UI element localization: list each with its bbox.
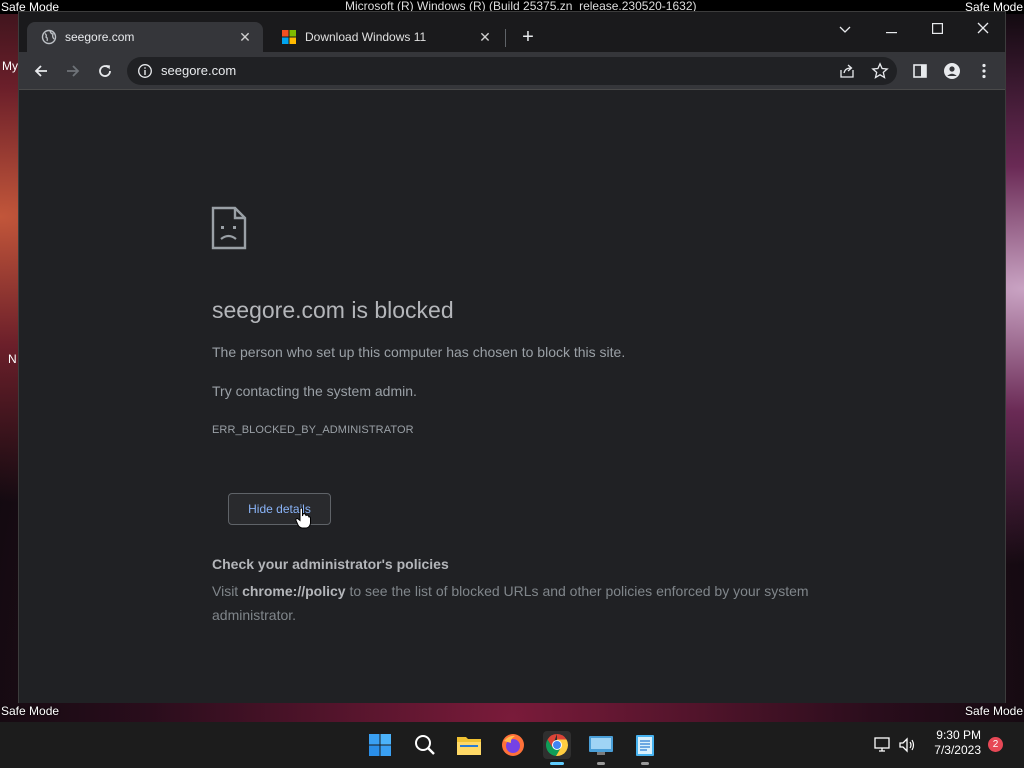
- taskbar-notepad[interactable]: [631, 731, 659, 765]
- hide-details-button[interactable]: Hide details: [228, 493, 331, 525]
- tab-search-button[interactable]: [825, 16, 865, 42]
- profile-button[interactable]: [938, 57, 966, 85]
- tab-download-windows[interactable]: Download Windows 11 ✕: [267, 22, 503, 52]
- notepad-icon: [636, 735, 654, 756]
- side-panel-button[interactable]: [906, 57, 934, 85]
- chrome-window: seegore.com ✕ Download Windows 11 ✕ + se…: [18, 11, 1006, 703]
- remote-desktop-icon: [589, 736, 613, 755]
- safe-mode-label-bottom-left: Safe Mode: [1, 704, 60, 718]
- start-button[interactable]: [366, 731, 394, 759]
- policy-text: Visit chrome://policy to see the list of…: [212, 579, 812, 627]
- address-url[interactable]: seegore.com: [161, 63, 236, 78]
- start-icon: [369, 734, 391, 756]
- reload-icon: [99, 65, 111, 77]
- chevron-down-icon: [839, 26, 851, 33]
- taskbar-remote-desktop[interactable]: [587, 731, 615, 765]
- tab-separator: [505, 29, 506, 47]
- profile-avatar-icon: [944, 63, 960, 79]
- file-explorer-icon: [457, 737, 481, 755]
- error-page: seegore.com is blocked The person who se…: [19, 91, 1005, 703]
- taskbar-chrome[interactable]: [543, 731, 571, 765]
- notification-badge[interactable]: 2: [988, 737, 1003, 752]
- arrow-right-icon: [67, 65, 80, 77]
- policy-heading: Check your administrator's policies: [212, 556, 449, 572]
- policy-link: chrome://policy: [242, 583, 346, 599]
- browser-toolbar: seegore.com: [19, 52, 1005, 90]
- bookmark-star-icon[interactable]: [871, 62, 889, 80]
- new-tab-button[interactable]: +: [517, 27, 539, 49]
- menu-button[interactable]: [970, 57, 998, 85]
- info-icon[interactable]: [137, 63, 153, 79]
- tab-seegore[interactable]: seegore.com ✕: [27, 22, 263, 52]
- tab-close-icon[interactable]: ✕: [237, 29, 253, 45]
- chrome-icon: [545, 734, 569, 757]
- search-button[interactable]: [411, 731, 439, 759]
- maximize-icon: [931, 23, 943, 35]
- minimize-icon: [885, 32, 897, 34]
- error-description: The person who set up this computer has …: [212, 344, 626, 360]
- minimize-button[interactable]: [871, 16, 911, 42]
- close-window-button[interactable]: [963, 16, 1003, 42]
- error-contact-hint: Try contacting the system admin.: [212, 383, 417, 399]
- taskbar-firefox[interactable]: [499, 731, 527, 759]
- globe-icon: [41, 29, 57, 45]
- microsoft-logo-icon: [282, 30, 296, 44]
- forward-button[interactable]: [59, 57, 87, 85]
- back-button[interactable]: [27, 57, 55, 85]
- network-icon[interactable]: [874, 736, 892, 754]
- side-panel-icon: [913, 64, 927, 78]
- search-icon: [415, 735, 435, 755]
- clock[interactable]: 9:30 PM 7/3/2023: [934, 728, 981, 758]
- address-bar[interactable]: seegore.com: [127, 57, 897, 85]
- tab-title: seegore.com: [65, 30, 135, 44]
- tab-title: Download Windows 11: [305, 30, 427, 44]
- share-icon[interactable]: [839, 63, 855, 79]
- error-code: ERR_BLOCKED_BY_ADMINISTRATOR: [212, 424, 414, 436]
- policy-prefix: Visit: [212, 583, 243, 599]
- safe-mode-label-bottom-right: Safe Mode: [964, 704, 1023, 718]
- taskbar-file-explorer[interactable]: [455, 731, 483, 759]
- desktop-icon-label-my[interactable]: My: [2, 59, 18, 73]
- sad-page-icon: [211, 206, 247, 250]
- desktop-icon-label-n[interactable]: N: [8, 352, 17, 366]
- running-app-indicator: [641, 762, 649, 765]
- kebab-menu-icon: [982, 63, 986, 79]
- close-icon: [977, 22, 989, 34]
- active-app-indicator: [550, 762, 564, 765]
- running-app-indicator: [597, 762, 605, 765]
- reload-button[interactable]: [91, 57, 119, 85]
- tab-strip: seegore.com ✕ Download Windows 11 ✕ +: [19, 12, 1005, 52]
- taskbar: 9:30 PM 7/3/2023 2: [0, 722, 1024, 768]
- clock-date: 7/3/2023: [934, 743, 981, 757]
- arrow-left-icon: [34, 65, 47, 77]
- volume-icon[interactable]: [898, 736, 916, 754]
- clock-time: 9:30 PM: [936, 728, 981, 742]
- tab-close-icon[interactable]: ✕: [477, 29, 493, 45]
- hand-cursor-icon: [295, 507, 311, 529]
- error-title: seegore.com is blocked: [212, 297, 454, 323]
- maximize-button[interactable]: [917, 16, 957, 42]
- firefox-icon: [502, 734, 524, 756]
